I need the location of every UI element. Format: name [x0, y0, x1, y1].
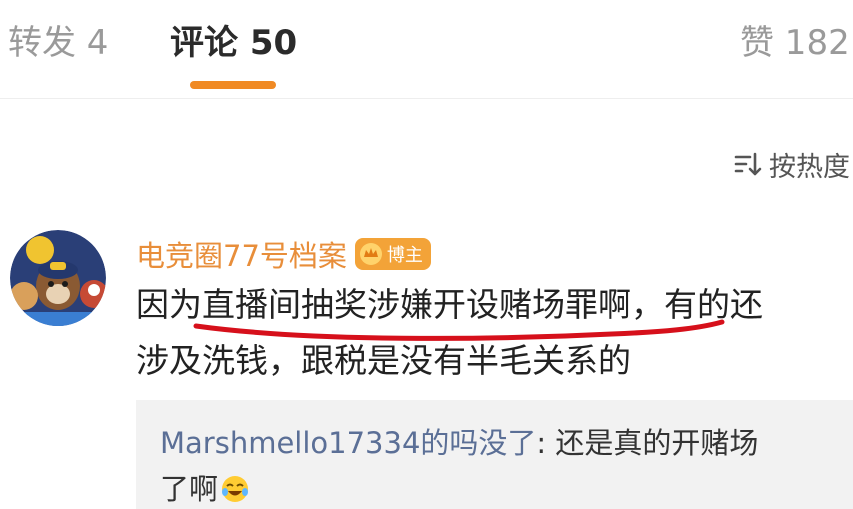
sort-label: 按热度: [769, 151, 850, 183]
author-badge: 博主: [354, 238, 431, 270]
avatar[interactable]: [10, 230, 106, 326]
tab-comments[interactable]: 评论 50: [170, 18, 297, 68]
badge-label: 博主: [386, 245, 423, 266]
tab-repost[interactable]: 转发 4: [8, 18, 108, 68]
laughing-emoji-icon: [222, 476, 249, 502]
author-name[interactable]: 电竞圈77号档案: [136, 233, 347, 275]
sort-by-hot-button[interactable]: 按热度: [733, 142, 850, 186]
reply-preview[interactable]: Marshmello17334的吗没了: 还是真的开赌场 了啊: [136, 400, 853, 509]
active-tab-indicator: [190, 81, 276, 89]
reply-text-2: 了啊: [160, 472, 219, 506]
crown-icon: [359, 243, 382, 265]
sort-icon: [734, 152, 762, 176]
red-underline-annotation: [193, 319, 725, 341]
tab-likes[interactable]: 赞 182: [740, 18, 850, 68]
comment-header: 电竞圈77号档案 博主: [136, 232, 431, 276]
weibo-comment-screen: 转发 4 评论 50 赞 182 按热度 电竞圈77号档案 博主 因为直播间抽奖…: [0, 0, 853, 509]
reply-text-1: 还是真的开赌场: [555, 426, 759, 460]
reply-line-2: 了啊: [160, 468, 250, 509]
reply-separator: :: [536, 426, 556, 460]
reply-username[interactable]: Marshmello17334的吗没了: [160, 426, 536, 460]
reply-line-1: Marshmello17334的吗没了: 还是真的开赌场: [160, 422, 758, 464]
tab-divider: [0, 98, 853, 99]
